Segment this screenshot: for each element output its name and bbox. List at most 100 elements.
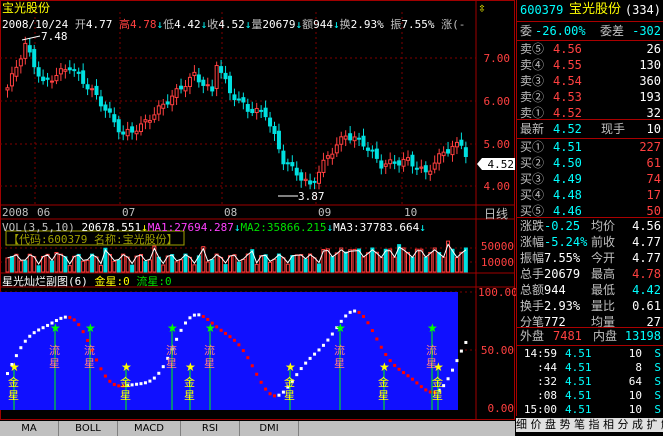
outer-inner-row: 外盘 7481 内盘 13198	[517, 328, 663, 344]
volume-bar	[441, 256, 446, 273]
vol-ma3: MA3:37783.664	[333, 221, 420, 234]
stat-label: 总额	[520, 283, 545, 297]
indicator-point	[28, 334, 32, 338]
indicator-point	[379, 345, 383, 349]
sell-label: 卖④	[520, 58, 545, 72]
star-char: 星	[84, 357, 95, 370]
tab-ma[interactable]: MA	[0, 421, 59, 436]
indicator-point	[419, 385, 423, 389]
candle-body	[343, 135, 348, 140]
sell-price: 4.56	[553, 42, 582, 56]
indicator-point	[59, 316, 63, 320]
tick-volume: 10	[628, 403, 642, 416]
indicator-point	[161, 365, 165, 369]
indicator-point	[362, 314, 365, 318]
stat-value: 944	[544, 283, 566, 297]
stat-value: 0.61	[632, 299, 661, 313]
candle-body	[192, 71, 197, 77]
candle-body	[67, 67, 72, 71]
candle-body	[107, 108, 112, 113]
tab-rsi[interactable]: RSI	[181, 421, 240, 436]
indicator-point	[139, 382, 143, 386]
star-char: 星	[184, 389, 195, 402]
buy-order-row: 买② 4.50 61	[517, 155, 663, 171]
volume-bar	[9, 256, 14, 273]
indicator-point	[14, 354, 18, 358]
tick-side: S	[654, 375, 661, 388]
volume-bar	[210, 259, 215, 273]
candle-body	[361, 135, 366, 147]
indicator-point	[108, 379, 112, 383]
settings-icon[interactable]: ⇳	[478, 1, 486, 16]
volume-bar	[281, 257, 286, 273]
indicator-point	[77, 323, 81, 327]
candle-body	[308, 180, 313, 185]
cur-label: 现手	[601, 122, 626, 136]
indicator-point	[313, 352, 317, 356]
indicator-point	[175, 337, 179, 341]
indicator-point	[317, 348, 321, 352]
candle-body	[401, 158, 406, 167]
candle-body	[76, 71, 81, 74]
max-leader	[21, 35, 41, 41]
buy-volume: 227	[639, 140, 661, 154]
candle-body	[14, 66, 19, 77]
star-char: 流	[334, 344, 345, 357]
month-label: 08	[224, 206, 238, 219]
stat-label: 换手	[520, 299, 545, 313]
tick-time: 15:00	[523, 403, 557, 416]
candle-body	[205, 84, 210, 87]
kline-chart-svg[interactable]: ★★ ★★★★★★★★★★	[0, 0, 515, 420]
indicator-point	[406, 374, 410, 378]
volume-bar	[116, 259, 121, 273]
star-char: 星	[8, 389, 19, 402]
stat-label: 前收	[591, 235, 616, 249]
buy-price: 4.50	[553, 156, 582, 170]
tab-dmi[interactable]: DMI	[240, 421, 299, 436]
gold-star-label: 金星	[184, 376, 195, 402]
period-label[interactable]: 日线	[484, 205, 508, 222]
volume-bar	[85, 259, 90, 273]
inner-label: 内盘	[593, 329, 618, 343]
outer-label: 外盘	[520, 329, 545, 343]
indicator-point	[451, 368, 454, 372]
indicator-point	[63, 315, 67, 319]
buy-label: 买②	[520, 156, 545, 170]
volume-bar	[268, 261, 273, 273]
buy-order-row: 买③ 4.49 74	[517, 171, 663, 187]
star-char: 星	[334, 357, 345, 370]
indicator-point	[330, 332, 334, 336]
candle-body	[196, 74, 201, 83]
volume-bar	[406, 251, 410, 273]
indicator-point	[19, 346, 23, 350]
low-label: 低	[163, 18, 175, 31]
volume-bar	[183, 253, 188, 273]
candle-body	[321, 159, 326, 173]
volume-bar	[303, 258, 308, 273]
stat-label: 总手	[520, 267, 545, 281]
volume-bar	[285, 263, 290, 273]
stat-label: 涨幅	[520, 235, 545, 249]
flow-star-label: 流星	[426, 344, 437, 370]
stat-row: 涨跌 -0.25 均价 4.56	[517, 218, 663, 234]
star-char: 金	[284, 376, 295, 389]
tab-macd[interactable]: MACD	[118, 421, 181, 436]
candle-body	[268, 117, 273, 127]
candle-body	[290, 162, 295, 167]
indicator-point	[384, 353, 388, 357]
sell-price: 4.53	[553, 90, 582, 104]
volume-bar	[5, 257, 10, 273]
weibi-value: -26.00%	[535, 24, 586, 38]
indicator-point	[348, 310, 352, 314]
flow-star-label: 流星	[49, 344, 60, 370]
candle-body	[152, 114, 157, 120]
candle-body	[219, 66, 224, 73]
vol-ma-line	[7, 243, 467, 266]
gold-star-icon: ★	[185, 360, 196, 374]
indicator-point	[99, 367, 103, 371]
volume-bar	[317, 263, 321, 273]
indicator-point	[344, 314, 348, 318]
panel-status-text[interactable]: 细 价 盘 势 笔 指 相 分 成 扩 解	[516, 418, 663, 432]
kline-chart-area[interactable]: ★ ★ ★ ★ ★ ★ ★ ★ ★ ★ ★ ★ 宝光股份 2008/10/24 开4.77 高4.78…	[0, 0, 518, 420]
tab-boll[interactable]: BOLL	[59, 421, 118, 436]
